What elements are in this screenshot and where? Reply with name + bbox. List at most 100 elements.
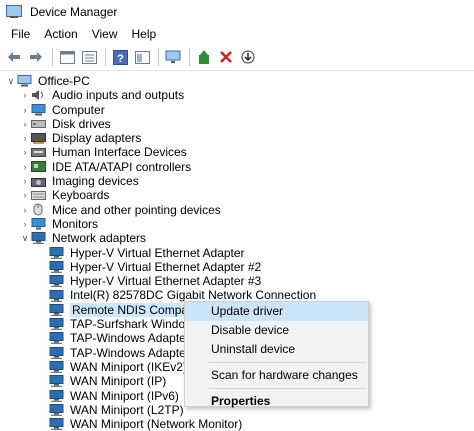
tree-item-label: Hyper-V Virtual Ethernet Adapter (70, 245, 245, 260)
chevron-right-icon[interactable]: › (20, 103, 30, 117)
network-icon (30, 232, 46, 245)
menu-bar: File Action View Help (0, 24, 474, 44)
uninstall-x-icon[interactable] (216, 47, 236, 67)
hid-icon (30, 147, 46, 159)
tree-item-label: Hyper-V Virtual Ethernet Adapter #2 (70, 259, 262, 274)
network-icon (48, 318, 64, 330)
context-item-properties[interactable]: Properties (185, 392, 368, 411)
back-arrow-icon[interactable] (4, 47, 24, 67)
tree-item-label: Network adapters (52, 231, 147, 246)
toolbar-separator (52, 48, 53, 66)
tree-device[interactable]: Hyper-V Virtual Ethernet Adapter #3 (0, 274, 474, 288)
device-manager-icon (6, 5, 22, 19)
ide-icon (30, 161, 46, 173)
menu-action[interactable]: Action (37, 25, 84, 43)
forward-arrow-icon[interactable] (26, 47, 46, 67)
tree-category[interactable]: › Audio inputs and outputs (0, 88, 474, 102)
disk-icon (30, 118, 46, 130)
tree-category[interactable]: › IDE ATA/ATAPI controllers (0, 160, 474, 174)
tree-item-label: WAN Miniport (Network Monitor) (70, 417, 243, 431)
keyboard-icon (30, 190, 46, 202)
disable-download-icon[interactable] (238, 47, 258, 67)
list-icon[interactable] (79, 47, 99, 67)
tree-device[interactable]: WAN Miniport (Network Monitor) (0, 417, 474, 431)
chevron-right-icon[interactable]: › (20, 88, 30, 102)
help-icon[interactable]: ? (110, 47, 130, 67)
update-driver-icon[interactable] (194, 47, 214, 67)
network-icon (48, 289, 64, 302)
monitor-icon (30, 218, 46, 230)
network-icon (48, 346, 64, 359)
network-icon (48, 303, 64, 316)
network-icon (48, 361, 64, 373)
speaker-icon (30, 89, 46, 101)
context-item-uninstall-device[interactable]: Uninstall device (185, 340, 368, 359)
tree-item-label: WAN Miniport (IKEv2) (70, 359, 187, 374)
network-icon (48, 375, 64, 388)
context-item-disable-device[interactable]: Disable device (185, 321, 368, 340)
chevron-right-icon[interactable]: › (20, 203, 30, 217)
tree-category[interactable]: › Computer (0, 103, 474, 117)
chevron-right-icon[interactable]: › (20, 160, 30, 174)
computer-icon (16, 75, 32, 87)
scope-icon[interactable] (132, 47, 152, 67)
chevron-right-icon[interactable]: › (20, 146, 30, 160)
title-bar: Device Manager (0, 0, 474, 24)
display-adapter-icon (30, 132, 46, 144)
network-icon (48, 261, 64, 273)
menu-separator (209, 362, 366, 363)
tree-category[interactable]: › Display adapters (0, 131, 474, 145)
monitor-scan-icon[interactable] (163, 47, 183, 67)
menu-view[interactable]: View (85, 25, 125, 43)
tree-device[interactable]: Hyper-V Virtual Ethernet Adapter (0, 246, 474, 260)
tree-item-label: WAN Miniport (IP) (70, 374, 167, 389)
chevron-down-icon[interactable]: ∨ (6, 74, 16, 88)
tree-item-label: Human Interface Devices (52, 145, 187, 160)
tree-item-label: Keyboards (52, 188, 110, 203)
tree-category[interactable]: › Human Interface Devices (0, 145, 474, 159)
tree-item-label: Computer (52, 102, 105, 117)
menu-file[interactable]: File (4, 25, 37, 43)
chevron-right-icon[interactable]: › (20, 117, 30, 131)
context-item-scan-for-hardware-changes[interactable]: Scan for hardware changes (185, 366, 368, 385)
tree-item-label: Display adapters (52, 131, 142, 146)
tree-category[interactable]: › Keyboards (0, 188, 474, 202)
tree-item-label: Hyper-V Virtual Ethernet Adapter #3 (70, 274, 262, 289)
tree-category[interactable]: › Disk drives (0, 117, 474, 131)
tree-category[interactable]: › Imaging devices (0, 174, 474, 188)
toolbar-separator (105, 48, 106, 66)
chevron-right-icon[interactable]: › (20, 174, 30, 188)
chevron-down-icon[interactable]: ∨ (20, 231, 30, 245)
menu-separator (209, 388, 366, 389)
camera-icon (30, 175, 46, 187)
network-icon (48, 246, 64, 259)
tree-item-label: WAN Miniport (IPv6) (70, 388, 179, 403)
chevron-right-icon[interactable]: › (20, 131, 30, 145)
properties-icon[interactable] (57, 47, 77, 67)
menu-help[interactable]: Help (125, 25, 164, 43)
chevron-right-icon[interactable]: › (20, 189, 30, 203)
toolbar-separator (189, 48, 190, 66)
chevron-right-icon[interactable]: › (20, 217, 30, 231)
tree-category[interactable]: › Mice and other pointing devices (0, 203, 474, 217)
tree-category[interactable]: › Monitors (0, 217, 474, 231)
tree-item-label: IDE ATA/ATAPI controllers (52, 159, 192, 174)
tree-item-label: Audio inputs and outputs (52, 88, 185, 103)
context-item-update-driver[interactable]: Update driver (185, 302, 368, 321)
tree-root[interactable]: ∨ Office-PC (0, 74, 474, 88)
tree-item-label: Imaging devices (52, 174, 139, 189)
tree-item-label: Mice and other pointing devices (52, 202, 221, 217)
tree-device[interactable]: Hyper-V Virtual Ethernet Adapter #2 (0, 260, 474, 274)
network-icon (48, 332, 64, 345)
mouse-icon (30, 203, 46, 216)
tree-category[interactable]: ∨ Network adapters (0, 231, 474, 245)
toolbar-separator (158, 48, 159, 66)
